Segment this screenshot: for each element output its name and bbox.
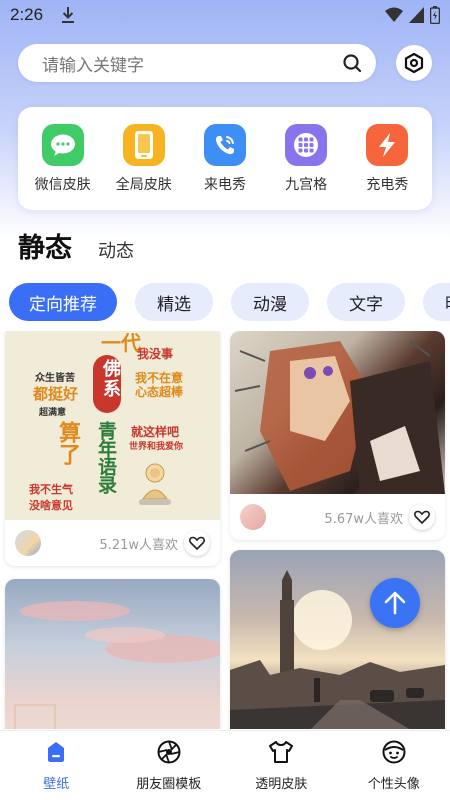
category-chip[interactable]: 文字 [327,283,405,321]
category-chip[interactable]: 精选 [135,283,213,321]
wallpaper-image [230,331,445,494]
category-row: 定向推荐 精选 动漫 文字 明 [0,280,450,324]
grid-icon [285,123,328,166]
tshirt-icon [268,739,294,765]
wifi-icon [385,7,403,22]
search-row: 请输入关键字 [18,44,432,82]
heart-icon [189,536,205,550]
wallpaper-card[interactable]: 一代 众生皆苦 都挺好 超满意 佛系 我没事 我不在意 心态超棒 算了 青年语录… [5,331,220,566]
poster-badge: 佛系 [93,355,121,413]
wallpaper-card[interactable] [5,579,220,729]
shortcut-label: 来电秀 [203,176,246,193]
nav-transparent-skin[interactable]: 透明皮肤 [225,731,338,800]
poster-text: 没啥意见 [29,499,73,512]
poster-text: 我不生气 [29,483,73,496]
likes-count: 5.21w人喜欢 [99,537,178,553]
shortcut-wechat-skin[interactable]: 微信皮肤 [24,123,102,194]
category-chip[interactable]: 定向推荐 [9,283,117,321]
poster-text: 算了 [55,421,80,465]
shortcut-label: 九宫格 [285,176,328,193]
poster-text: 一代 [101,331,141,355]
face-icon [381,739,407,765]
status-bar: 2:26 [0,0,450,30]
poster-text: 都挺好 [33,385,79,403]
nav-label: 个性头像 [367,777,420,792]
poster-text: 超满意 [39,408,67,418]
signal-icon [409,7,424,23]
wallpaper-image [5,579,220,729]
phone-call-icon [203,123,246,166]
wallpaper-card[interactable] [230,550,445,729]
wallpaper-card[interactable]: 5.67w人喜欢 [230,331,445,540]
tab-dynamic[interactable]: 动态 [98,237,134,263]
category-chip[interactable]: 动漫 [231,283,309,321]
poster-text: 众生皆苦 [35,373,75,384]
mode-tabs: 静态 动态 [18,226,134,276]
battery-icon [430,6,440,24]
shortcut-call-show[interactable]: 来电秀 [186,123,264,194]
wallpaper-feed: 一代 众生皆苦 都挺好 超满意 佛系 我没事 我不在意 心态超棒 算了 青年语录… [0,331,450,729]
search-icon[interactable] [342,53,362,73]
avatar[interactable] [15,530,41,556]
shortcut-label: 充电秀 [366,176,409,193]
shortcut-global-skin[interactable]: 全局皮肤 [105,123,183,194]
nav-label: 朋友圈模板 [136,777,202,792]
nav-wallpaper[interactable]: 壁纸 [0,731,113,800]
poster-text: 世界和我爱你 [129,442,184,452]
poster-text: 心态超棒 [135,385,184,399]
nav-label: 透明皮肤 [255,777,308,792]
hexagon-settings-icon [404,52,424,74]
shortcut-label: 微信皮肤 [34,176,91,193]
likes-count: 5.67w人喜欢 [324,511,403,527]
lightning-icon [366,123,409,166]
category-chip[interactable]: 明 [423,283,450,321]
nav-avatar[interactable]: 个性头像 [338,731,450,800]
like-button[interactable] [184,530,210,556]
search-placeholder: 请输入关键字 [42,55,144,76]
phone-skin-icon [122,123,165,166]
poster-text: 就这样吧 [131,425,180,439]
bottom-nav: 壁纸 朋友圈模板 透明皮肤 个性头像 [0,730,450,800]
scroll-top-button[interactable] [370,578,420,628]
buddha-illustration [135,463,175,507]
poster-text: 佛系 [100,359,121,399]
nav-label: 壁纸 [43,777,70,792]
card-footer: 5.67w人喜欢 [230,494,445,540]
poster-text: 我没事 [137,347,174,361]
shortcut-charge-show[interactable]: 充电秀 [348,123,426,194]
aperture-icon [156,739,182,765]
card-footer: 5.21w人喜欢 [5,520,220,566]
avatar[interactable] [240,504,266,530]
shortcut-label: 全局皮肤 [115,176,172,193]
settings-button[interactable] [396,45,432,81]
arrow-up-icon [384,591,406,615]
tab-static[interactable]: 静态 [18,226,72,265]
download-icon [62,7,75,23]
wallpaper-image: 一代 众生皆苦 都挺好 超满意 佛系 我没事 我不在意 心态超棒 算了 青年语录… [5,331,220,520]
wechat-icon [41,123,84,166]
status-time: 2:26 [10,5,44,24]
poster-text: 青年语录 [95,421,117,493]
shortcut-nine-grid[interactable]: 九宫格 [267,123,345,194]
heart-icon [414,510,430,524]
wallpaper-icon [43,739,69,765]
like-button[interactable] [409,504,435,530]
wallpaper-image [230,550,445,729]
search-input[interactable]: 请输入关键字 [18,44,376,82]
shortcut-card: 微信皮肤 全局皮肤 来电秀 九宫格 充电秀 [18,107,432,210]
nav-moments-template[interactable]: 朋友圈模板 [113,731,226,800]
